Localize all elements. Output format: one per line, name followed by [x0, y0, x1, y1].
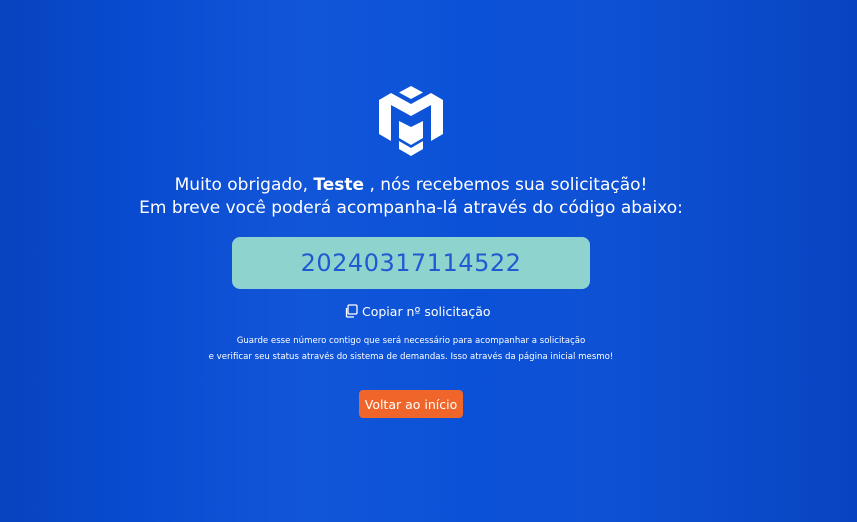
request-code-box: 20240317114522: [232, 237, 590, 289]
back-to-home-button[interactable]: Voltar ao início: [359, 390, 463, 418]
confirmation-page: Muito obrigado, Teste , nós recebemos su…: [0, 0, 857, 522]
thank-you-message: Muito obrigado, Teste , nós recebemos su…: [0, 174, 822, 197]
thank-you-suffix: , nós recebemos sua solicitação!: [364, 175, 648, 195]
copy-request-label: Copiar nº solicitação: [362, 303, 491, 319]
tracking-instructions: Em breve você poderá acompanha-lá atravé…: [139, 198, 683, 218]
request-code: 20240317114522: [300, 249, 522, 277]
m-cube-logo-icon: [377, 83, 445, 159]
thank-you-prefix: Muito obrigado,: [174, 175, 314, 195]
save-code-note-line1: Guarde esse número contigo que será nece…: [236, 336, 586, 346]
save-code-note-line2: e verificar seu status através do sistem…: [208, 352, 614, 362]
copy-icon: [344, 304, 358, 318]
user-name: Teste: [313, 175, 365, 195]
copy-request-button[interactable]: Copiar nº solicitação: [344, 302, 491, 320]
